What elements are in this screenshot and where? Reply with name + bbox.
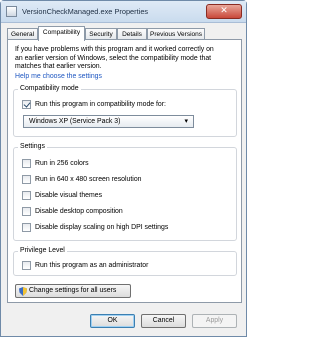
settings-group: Settings Run in 256 colors Run in 640 x … [13,143,237,241]
setting-checkbox[interactable] [22,191,31,200]
admin-checkbox[interactable] [22,261,31,270]
close-button[interactable]: ✕ [206,4,242,19]
shield-icon [19,287,27,296]
setting-label: Disable display scaling on high DPI sett… [35,224,169,231]
change-all-users-button[interactable]: Change settings for all users [15,284,131,298]
setting-checkbox[interactable] [22,159,31,168]
intro-line: an earlier version of Windows, select th… [15,54,212,62]
help-link[interactable]: Help me choose the settings [15,73,102,80]
intro-line: If you have problems with this program a… [15,46,214,53]
tab-strip: General Compatibility Security Details P… [7,26,242,41]
privilege-title: Privilege Level [18,247,67,254]
ok-button[interactable]: OK [90,314,135,328]
setting-label: Run in 256 colors [35,160,89,167]
setting-checkbox[interactable] [22,207,31,216]
change-all-users-label: Change settings for all users [29,287,117,294]
tab-compatibility[interactable]: Compatibility [38,26,85,41]
os-select[interactable]: Windows XP (Service Pack 3) ▾ [23,115,194,128]
compat-mode-checkbox[interactable] [22,100,31,109]
file-icon [6,6,17,17]
settings-title: Settings [18,143,47,150]
cancel-button[interactable]: Cancel [141,314,186,328]
compat-mode-group: Compatibility mode Run this program in c… [13,85,237,137]
setting-label: Disable visual themes [35,192,103,199]
apply-button[interactable]: Apply [192,314,237,328]
privilege-group: Privilege Level Run this program as an a… [13,247,237,276]
intro-line: matches that earlier version. [15,63,102,71]
os-select-value: Windows XP (Service Pack 3) [29,118,121,125]
intro-text: If you have problems with this program a… [15,46,237,72]
compatibility-panel: If you have problems with this program a… [7,39,242,303]
setting-label: Disable desktop composition [35,208,123,215]
chevron-down-icon: ▾ [184,117,188,125]
properties-dialog: VersionCheckManaged.exe Properties ✕ Gen… [0,0,247,337]
setting-checkbox[interactable] [22,223,31,232]
setting-label: Run in 640 x 480 screen resolution [35,176,142,183]
compat-mode-label: Run this program in compatibility mode f… [35,101,166,108]
title-bar[interactable]: VersionCheckManaged.exe Properties ✕ [1,1,246,23]
window-title: VersionCheckManaged.exe Properties [22,7,149,16]
setting-checkbox[interactable] [22,175,31,184]
admin-label: Run this program as an administrator [35,262,149,269]
compat-mode-title: Compatibility mode [18,85,81,92]
